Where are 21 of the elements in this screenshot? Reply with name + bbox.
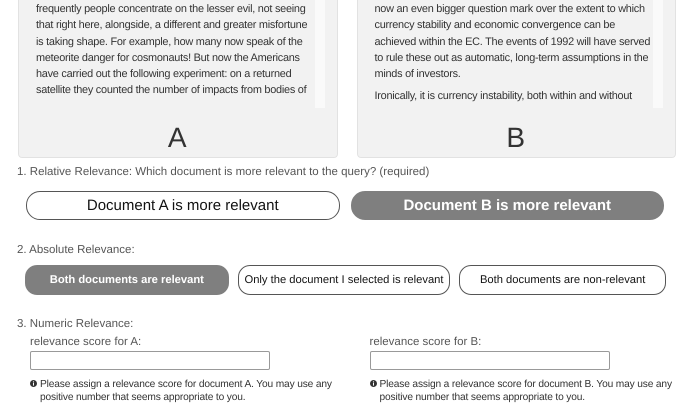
hint-text: Please assign a relevance score for document B. You may use any positive number that seems appropriate to you.: [380, 378, 673, 404]
choice-button[interactable]: Only the document I selected is relevant: [238, 265, 450, 295]
info-icon: [370, 380, 376, 387]
input-field[interactable]: [370, 351, 610, 370]
document-label: B: [505, 123, 526, 153]
document-paragraph: Ironically, it is currency instability, both within and without: [374, 89, 633, 104]
choice-button[interactable]: Both documents are relevant: [25, 265, 229, 295]
hint-text: Please assign a relevance score for document A. You may use any positive number that seems appropriate to you.: [40, 378, 333, 404]
document-paragraph: now an even bigger question mark over the extent to which currency stability and economic convergence can be achieved within the EC. The events of 1992 will have served to rule these out as automatic, long-term assumptions in the minds of investors.: [374, 2, 651, 82]
question-label: 2. Absolute Relevance:: [16, 244, 136, 256]
document-paragraph: frequently people concentrate on the lesser evil, not seeing that right here, alongside, a different and greater misfortune is taking shape. For example, how many now speak of the meteorite danger for cosmonauts! But now the Americans have carried out the following experiment: on a returned satellite they counted the number of impacts from bodies of: [36, 2, 308, 98]
input-field[interactable]: [30, 351, 270, 370]
document-label: A: [166, 123, 188, 153]
choice-button[interactable]: Document A is more relevant: [26, 191, 340, 220]
choice-button[interactable]: Document B is more relevant: [350, 191, 664, 220]
question-label: 1. Relative Relevance: Which document is more relevant to the query? (required): [16, 166, 430, 178]
field-label: relevance score for A:: [30, 336, 142, 348]
question-label: 3. Numeric Relevance:: [16, 318, 134, 330]
field-label: relevance score for B:: [370, 336, 482, 348]
choice-button[interactable]: Both documents are non-relevant: [459, 265, 666, 295]
info-icon: [30, 380, 37, 387]
